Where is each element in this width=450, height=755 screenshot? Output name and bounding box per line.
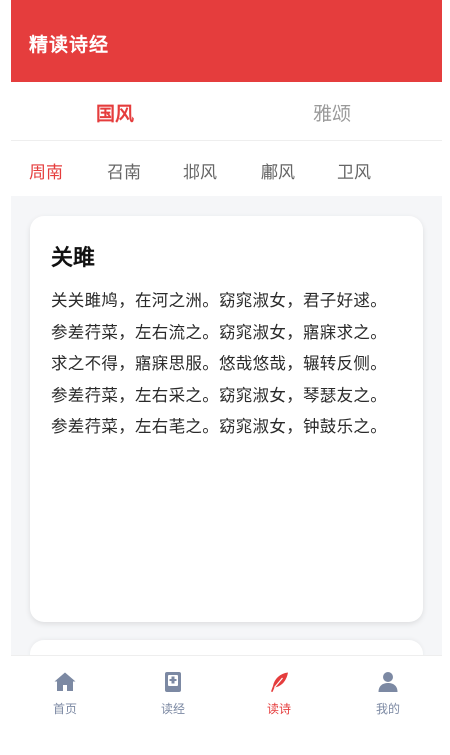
nav-label-read-poem: 读诗 [266,702,291,716]
bottom-navigation: 首页 读经 读诗 我的 [11,655,442,755]
poem-body: 关关雎鸠，在河之洲。窈窕淑女，君子好逑。 参差荇菜，左右流之。窈窕淑女，寤寐求之… [51,285,401,443]
book-icon [165,672,181,692]
user-icon [378,672,398,692]
nav-item-read-poem[interactable]: 读诗 [249,670,309,717]
home-icon [54,672,76,691]
sub-tab-shaonan[interactable]: 召南 [107,158,141,183]
sub-tab-weifeng[interactable]: 卫风 [337,158,371,183]
poem-title: 关雎 [51,246,96,271]
sub-tab-beifeng[interactable]: 邶风 [183,158,217,183]
sub-tab-zhounan[interactable]: 周南 [29,158,63,183]
tab-yasong[interactable]: 雅颂 [313,99,351,126]
feather-icon [271,672,288,692]
main-tab-bar: 国风 雅颂 [11,82,442,141]
poem-card[interactable]: 关雎 关关雎鸠，在河之洲。窈窕淑女，君子好逑。 参差荇菜，左右流之。窈窕淑女，寤… [30,216,423,622]
app-bar: 精读诗经 [11,0,442,82]
poem-line: 求之不得，寤寐思服。悠哉悠哉，辗转反侧。 [51,354,387,374]
tab-guofeng[interactable]: 国风 [96,99,134,126]
sub-tab-yongfeng[interactable]: 鄘风 [261,158,295,183]
poem-line: 参差荇菜，左右采之。窈窕淑女，琴瑟友之。 [51,385,387,405]
nav-label-profile: 我的 [375,702,400,716]
nav-label-read-classic: 读经 [160,702,185,716]
sub-tab-bar: 周南 召南 邶风 鄘风 卫风 [11,141,442,196]
nav-label-home: 首页 [52,702,77,716]
nav-item-home[interactable]: 首页 [35,670,95,717]
app-title: 精读诗经 [29,34,110,56]
poem-line: 参差荇菜，左右流之。窈窕淑女，寤寐求之。 [51,322,387,342]
phone-screen: 精读诗经 国风 雅颂 周南 召南 邶风 鄘风 卫风 关雎 关关雎鸠，在河之洲。窈… [11,0,442,755]
nav-item-read-classic[interactable]: 读经 [143,670,203,717]
poem-line: 参差荇菜，左右芼之。窈窕淑女，钟鼓乐之。 [51,417,387,437]
poem-line: 关关雎鸠，在河之洲。窈窕淑女，君子好逑。 [51,291,387,310]
nav-item-profile[interactable]: 我的 [358,670,418,717]
